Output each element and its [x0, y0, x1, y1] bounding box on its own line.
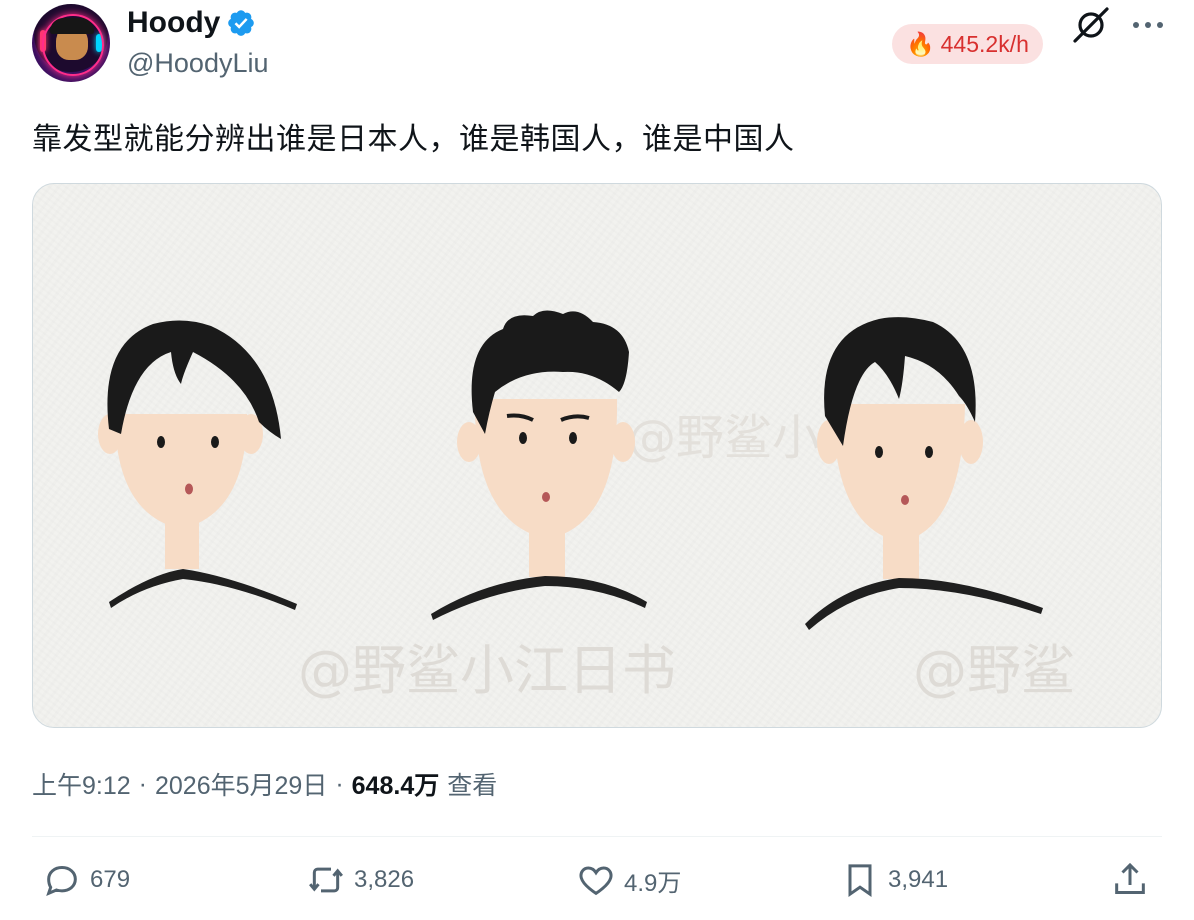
meta-separator: · — [138, 769, 147, 798]
avatar[interactable] — [32, 4, 110, 82]
meta-separator: · — [335, 769, 344, 798]
fire-icon: 🔥 — [906, 30, 935, 57]
tweet-time[interactable]: 上午9:12 — [32, 766, 131, 802]
watermark-1: @野鲨小江日书 — [298, 639, 676, 702]
action-bar: 679 3,826 4.9万 3,941 — [32, 860, 1162, 910]
verified-badge-icon — [228, 10, 255, 36]
trend-badge[interactable]: 🔥 445.2k/h — [892, 24, 1043, 64]
trend-rate: 445.2k/h — [940, 30, 1029, 57]
tweet-meta: 上午9:12 · 2026年5月29日 · 648.4万 查看 — [32, 766, 497, 802]
display-name[interactable]: Hoody — [127, 6, 220, 40]
view-label: 查看 — [447, 772, 498, 800]
more-options-icon[interactable] — [1128, 10, 1168, 40]
user-handle[interactable]: @HoodyLiu — [127, 48, 269, 79]
divider — [32, 836, 1162, 837]
tweet-text: 靠发型就能分辨出谁是日本人，谁是韩国人，谁是中国人 — [32, 123, 795, 156]
heart-icon — [579, 866, 613, 896]
bookmark-button[interactable]: 3,941 — [840, 860, 948, 900]
name-row: Hoody — [127, 6, 256, 40]
retweet-icon — [309, 867, 343, 893]
share-button[interactable] — [1110, 860, 1150, 900]
reply-button[interactable]: 679 — [42, 860, 130, 900]
figure-middle — [431, 310, 647, 620]
share-icon — [1115, 862, 1145, 894]
watermark-3: @野鲨 — [913, 639, 1075, 702]
bookmark-count: 3,941 — [888, 866, 949, 893]
retweet-button[interactable]: 3,826 — [306, 860, 414, 900]
reply-count: 679 — [90, 866, 131, 893]
tweet-date[interactable]: 2026年5月29日 — [155, 766, 327, 802]
bookmark-icon — [848, 864, 872, 898]
like-button[interactable]: 4.9万 — [576, 860, 681, 900]
figure-left — [98, 320, 297, 610]
illustration-image: @野鲨小江日书 @野鲨小江日书 @野鲨 — [98, 310, 1075, 702]
tweet-media-image[interactable]: @野鲨小江日书 @野鲨小江日书 @野鲨 — [32, 183, 1162, 728]
figure-right — [805, 317, 1043, 630]
like-count: 4.9万 — [624, 869, 682, 897]
view-count: 648.4万 — [351, 772, 440, 800]
grok-icon[interactable] — [1070, 4, 1112, 46]
tweet-header: Hoody @HoodyLiu 🔥 445.2k/h — [32, 4, 1163, 84]
reply-icon — [46, 865, 77, 897]
avatar-cap — [50, 18, 94, 34]
retweet-count: 3,826 — [354, 866, 415, 893]
